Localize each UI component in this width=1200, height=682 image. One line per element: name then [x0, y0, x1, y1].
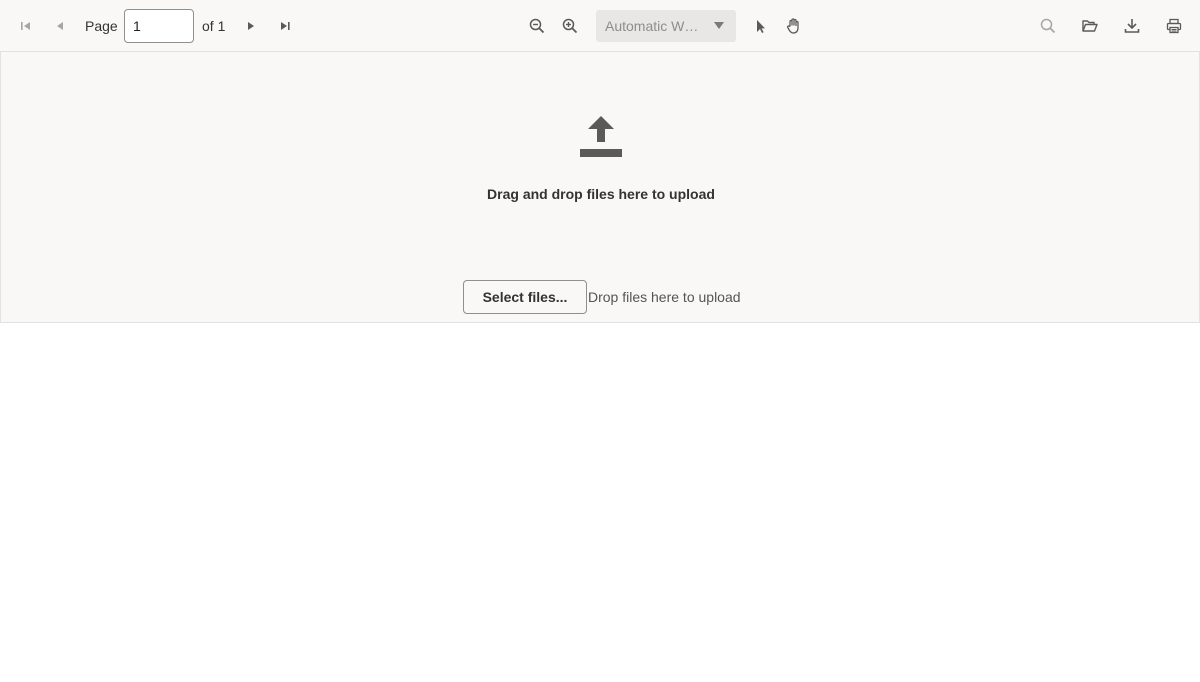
print-button[interactable] — [1158, 10, 1190, 42]
select-tool-button[interactable] — [744, 10, 776, 42]
next-page-button[interactable] — [235, 10, 267, 42]
previous-page-button[interactable] — [44, 10, 76, 42]
page-total: of 1 — [202, 18, 226, 34]
hand-tool-button[interactable] — [778, 10, 810, 42]
zoom-in-button[interactable] — [554, 10, 586, 42]
upload-icon — [580, 116, 622, 157]
previous-page-icon — [57, 22, 63, 30]
print-icon — [1166, 18, 1182, 34]
search-icon — [1040, 18, 1056, 34]
zoom-select-value: Automatic Width — [605, 18, 699, 34]
zoom-in-icon — [562, 18, 578, 34]
zoom-out-button[interactable] — [521, 10, 553, 42]
page-label: Page — [85, 18, 118, 34]
zoom-out-icon — [529, 18, 545, 34]
search-button[interactable] — [1032, 10, 1064, 42]
open-file-button[interactable] — [1074, 10, 1106, 42]
next-page-icon — [248, 22, 254, 30]
cursor-arrow-icon — [757, 20, 765, 33]
download-button[interactable] — [1116, 10, 1148, 42]
pdf-toolbar: Page of 1 Automatic Width — [0, 0, 1200, 52]
last-page-button[interactable] — [269, 10, 301, 42]
drop-hint-text: Drop files here to upload — [588, 289, 741, 305]
drop-zone-title: Drag and drop files here to upload — [487, 186, 715, 202]
last-page-icon — [281, 22, 290, 30]
chevron-down-icon — [714, 22, 724, 29]
first-page-icon — [21, 22, 30, 30]
zoom-select[interactable]: Automatic Width — [596, 10, 736, 42]
hand-icon — [786, 18, 799, 34]
folder-open-icon — [1082, 20, 1098, 32]
first-page-button[interactable] — [10, 10, 42, 42]
download-icon — [1124, 19, 1140, 33]
file-drop-zone[interactable]: Drag and drop files here to upload Selec… — [0, 52, 1200, 323]
page-number-input[interactable] — [124, 9, 194, 43]
select-files-button[interactable]: Select files... — [463, 280, 587, 314]
